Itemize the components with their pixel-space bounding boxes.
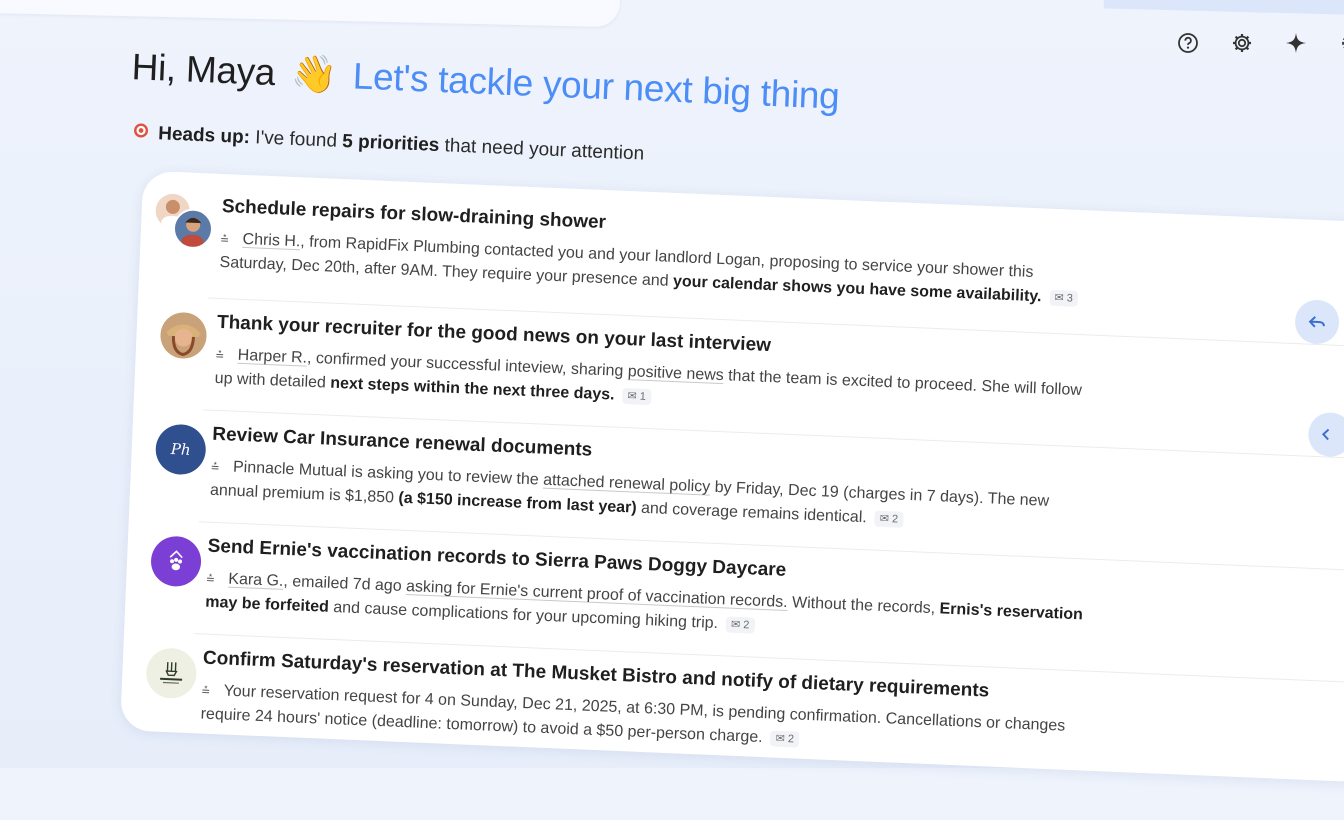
avatar (159, 311, 208, 360)
greeting-tagline: Let's tackle your next big thing (352, 55, 841, 117)
help-icon[interactable] (1176, 31, 1200, 55)
settings-icon[interactable] (1230, 31, 1254, 55)
wave-emoji: 👋 (290, 52, 338, 96)
thread-count-chip: ✉ 1 (622, 387, 652, 405)
page-greeting: Hi, Maya 👋 Let's tackle your next big th… (131, 46, 840, 119)
top-right-band (1103, 0, 1344, 16)
thread-count-chip: ✉ 2 (874, 510, 904, 528)
insurance-logo-icon: Ph (154, 423, 207, 476)
item-summary: ⩮ Chris H., from RapidFix Plumbing contac… (219, 226, 1100, 312)
heads-up-text-before: I've found (254, 127, 338, 152)
main-stage: Hi, Maya 👋 Let's tackle your next big th… (0, 0, 1344, 818)
heads-up-text-after: that need your attention (444, 135, 645, 165)
inline-link[interactable]: positive news (627, 363, 724, 384)
avatar (172, 207, 214, 250)
inline-link[interactable]: attached renewal policy (543, 472, 711, 496)
summary-icon: ⩮ (206, 569, 215, 586)
heads-up-label: Heads up: (157, 123, 251, 149)
reply-icon (1308, 316, 1325, 328)
thread-count-chip: ✉ 3 (1049, 289, 1079, 307)
target-icon (133, 122, 150, 143)
sender-name[interactable]: Chris H. (242, 231, 300, 250)
reply-icon (1321, 428, 1330, 441)
heads-up-line: Heads up: I've found 5 priorities that n… (132, 122, 645, 165)
sparkle-icon[interactable] (1284, 31, 1308, 55)
priorities-card: Schedule repairs for slow-draining showe… (119, 170, 1344, 783)
sender-name[interactable]: Kara G. (228, 571, 284, 590)
apps-icon[interactable] (1338, 31, 1344, 55)
summary-icon: ⩮ (220, 229, 230, 247)
summary-icon: ⩮ (210, 457, 220, 475)
priority-count: 5 priorities (341, 130, 440, 157)
summary-icon: ⩮ (215, 345, 225, 363)
top-toolbar (1176, 31, 1344, 55)
thread-count-chip: ✉ 2 (725, 616, 755, 634)
sender-name[interactable]: Harper R. (237, 347, 307, 367)
summary-icon: ⩮ (201, 681, 211, 698)
thread-count-chip: ✉ 2 (770, 730, 800, 748)
greeting-name: Hi, Maya (130, 46, 277, 94)
bistro-logo-icon (145, 647, 198, 700)
paw-logo-icon (150, 535, 203, 588)
